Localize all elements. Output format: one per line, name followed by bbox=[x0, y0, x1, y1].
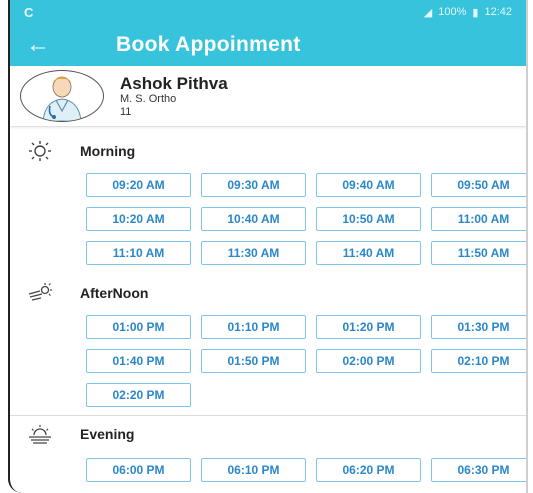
time-slot-button[interactable]: 02:20 PM bbox=[86, 383, 191, 407]
time-slot-button[interactable]: 11:30 AM bbox=[201, 241, 306, 265]
time-slot-button[interactable]: 06:20 PM bbox=[316, 458, 421, 482]
time-slot-button[interactable]: 11:00 AM bbox=[431, 207, 526, 231]
app-bar: ← Book Appoinment bbox=[10, 24, 526, 66]
windy-sun-icon bbox=[20, 282, 60, 304]
sunset-icon bbox=[20, 423, 60, 445]
phone-frame: C ◢ 100% ▮ 12:42 ← Book Appoinment Ashok… bbox=[8, 0, 528, 493]
time-slot-button[interactable]: 06:30 PM bbox=[431, 458, 526, 482]
time-slot-button[interactable]: 02:00 PM bbox=[316, 349, 421, 373]
signal-icon: ◢ bbox=[423, 6, 433, 19]
time-slot-button[interactable]: 09:20 AM bbox=[86, 173, 191, 197]
time-slot-button[interactable]: 10:20 AM bbox=[86, 207, 191, 231]
time-slot-button[interactable]: 01:20 PM bbox=[316, 315, 421, 339]
slot-row: 01:40 PM 01:50 PM 02:00 PM 02:10 PM bbox=[86, 349, 526, 373]
time-slot-button[interactable]: 11:40 AM bbox=[316, 241, 421, 265]
time-slot-button[interactable]: 09:50 AM bbox=[431, 173, 526, 197]
time-slot-button[interactable]: 01:10 PM bbox=[201, 315, 306, 339]
afternoon-slots: 01:00 PM 01:10 PM 01:20 PM 01:30 PM 01:4… bbox=[86, 315, 526, 407]
slot-row: 06:00 PM 06:10 PM 06:20 PM 06:30 PM bbox=[86, 458, 526, 482]
time-slot-button[interactable]: 01:50 PM bbox=[201, 349, 306, 373]
slot-row: 09:20 AM 09:30 AM 09:40 AM 09:50 AM bbox=[86, 173, 526, 197]
doctor-name: Ashok Pithva bbox=[120, 73, 228, 93]
time-slot-button[interactable]: 11:10 AM bbox=[86, 241, 191, 265]
section-afternoon: AfterNoon bbox=[10, 275, 526, 311]
time-slot-button[interactable]: 10:40 AM bbox=[201, 207, 306, 231]
slot-row: 10:20 AM 10:40 AM 10:50 AM 11:00 AM bbox=[86, 207, 526, 231]
doctor-avatar bbox=[20, 70, 104, 122]
time-slot-button[interactable]: 01:30 PM bbox=[431, 315, 526, 339]
doctor-number: 11 bbox=[120, 105, 132, 118]
time-slot-button[interactable]: 06:10 PM bbox=[201, 458, 306, 482]
section-label: Evening bbox=[80, 426, 135, 442]
morning-slots: 09:20 AM 09:30 AM 09:40 AM 09:50 AM 10:2… bbox=[86, 173, 526, 265]
time-slot-button[interactable]: 11:50 AM bbox=[431, 241, 526, 265]
sun-icon bbox=[20, 140, 60, 162]
time-slot-button[interactable]: 09:30 AM bbox=[201, 173, 306, 197]
slot-row: 11:10 AM 11:30 AM 11:40 AM 11:50 AM bbox=[86, 241, 526, 265]
clock: 12:42 bbox=[484, 6, 512, 18]
back-arrow-icon[interactable]: ← bbox=[26, 33, 86, 57]
evening-slots: 06:00 PM 06:10 PM 06:20 PM 06:30 PM bbox=[86, 458, 526, 482]
time-slot-button[interactable]: 06:00 PM bbox=[86, 458, 191, 482]
section-evening: Evening bbox=[10, 416, 526, 452]
doctor-specialty: M. S. Ortho bbox=[120, 93, 177, 106]
battery-level: 100% bbox=[438, 6, 467, 18]
time-slot-button[interactable]: 01:40 PM bbox=[86, 349, 191, 373]
section-morning: Morning bbox=[10, 133, 526, 169]
slot-row: 01:00 PM 01:10 PM 01:20 PM 01:30 PM bbox=[86, 315, 526, 339]
time-slot-button[interactable]: 01:00 PM bbox=[86, 315, 191, 339]
slot-row: 02:20 PM bbox=[86, 383, 526, 407]
section-label: AfterNoon bbox=[80, 285, 149, 301]
notification-icon: C bbox=[24, 4, 34, 20]
doctor-card: Ashok Pithva M. S. Ortho 11 bbox=[10, 66, 526, 127]
time-slot-button[interactable]: 02:10 PM bbox=[431, 349, 526, 373]
battery-icon: ▮ bbox=[472, 6, 479, 19]
page-title: Book Appoinment bbox=[116, 33, 301, 56]
time-slot-button[interactable]: 09:40 AM bbox=[316, 173, 421, 197]
status-bar: C ◢ 100% ▮ 12:42 bbox=[10, 0, 526, 24]
section-label: Morning bbox=[80, 143, 136, 159]
time-slot-button[interactable]: 10:50 AM bbox=[316, 207, 421, 231]
